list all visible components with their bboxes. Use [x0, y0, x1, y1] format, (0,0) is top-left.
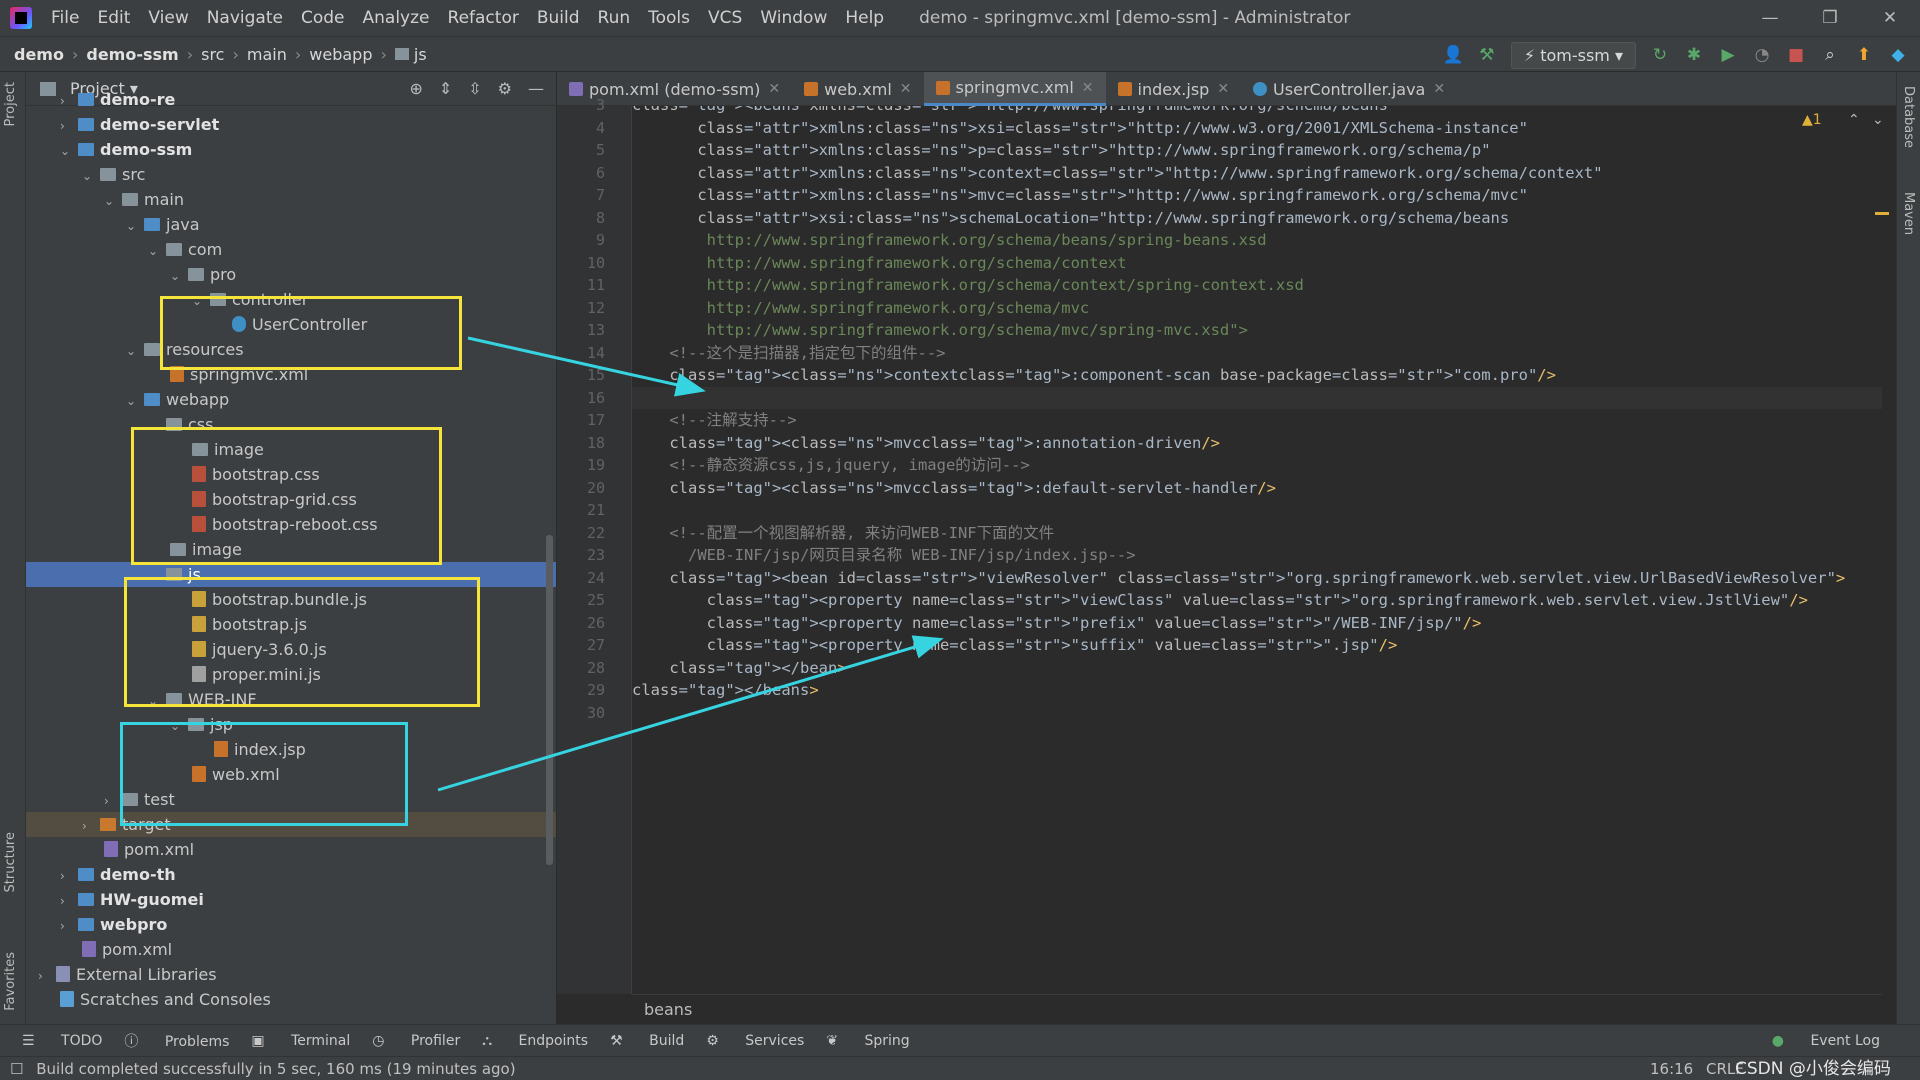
- maven-tool-tab[interactable]: Maven: [1901, 192, 1916, 235]
- spring-label: Spring: [864, 1032, 910, 1049]
- services-label: Services: [745, 1032, 805, 1049]
- status-message[interactable]: Build completed successfully in 5 sec, 1…: [36, 1060, 515, 1078]
- event-log-label: Event Log: [1810, 1032, 1880, 1049]
- terminal-label: Terminal: [291, 1032, 351, 1049]
- tool-windows-bar: ☰ TODO ⓘ Problems ▣ Terminal ◷ Profiler …: [0, 1024, 1920, 1056]
- problems-tool-button[interactable]: ⓘ Problems: [124, 1031, 229, 1051]
- watermark: CSDN @小俊会编码: [1735, 1059, 1891, 1079]
- problems-label: Problems: [164, 1033, 230, 1050]
- status-icon[interactable]: ☐: [10, 1060, 23, 1078]
- arrow-webinf-to-resolver: [437, 635, 944, 792]
- arrow-controller-to-scan: [467, 336, 706, 397]
- event-count-icon: ●: [1771, 1032, 1784, 1049]
- status-bar: ☐ Build completed successfully in 5 sec,…: [0, 1056, 1920, 1080]
- todo-label: TODO: [61, 1032, 103, 1049]
- cursor-position[interactable]: 16:16: [1650, 1057, 1693, 1080]
- build-tool-button[interactable]: ⚒ Build: [610, 1033, 684, 1049]
- services-tool-button[interactable]: ⚙ Services: [706, 1033, 804, 1049]
- profiler-label: Profiler: [410, 1032, 461, 1049]
- profiler-tool-button[interactable]: ◷ Profiler: [372, 1033, 460, 1049]
- event-log-button[interactable]: ● Event Log: [1750, 1033, 1880, 1049]
- database-tool-tab[interactable]: Database: [1901, 86, 1916, 148]
- right-tool-strip: Database Maven: [1896, 72, 1920, 1024]
- annotation-arrows: [437, 336, 944, 792]
- todo-tool-button[interactable]: ☰ TODO: [22, 1033, 102, 1049]
- endpoints-label: Endpoints: [518, 1032, 589, 1049]
- endpoints-tool-button[interactable]: ⛬ Endpoints: [482, 1033, 588, 1049]
- spring-tool-button[interactable]: ❦ Spring: [826, 1033, 909, 1049]
- terminal-tool-button[interactable]: ▣ Terminal: [251, 1033, 350, 1049]
- build-label: Build: [649, 1032, 685, 1049]
